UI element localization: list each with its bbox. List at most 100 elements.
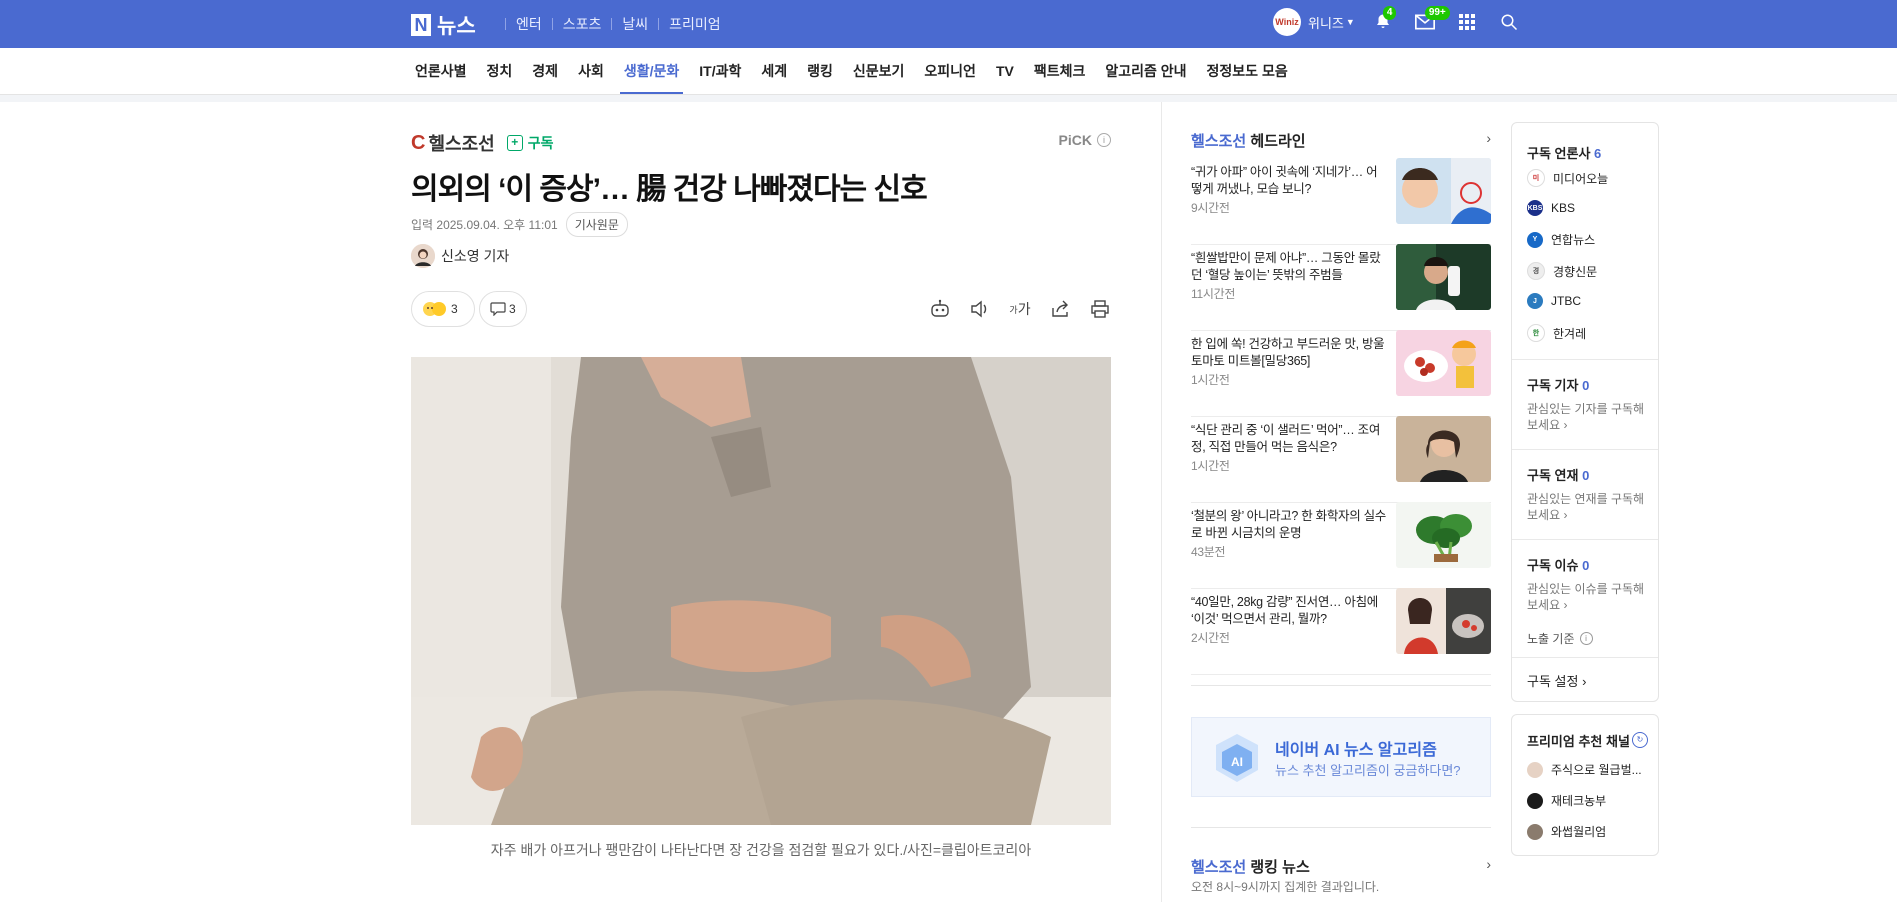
headline-thumbnail <box>1396 244 1491 310</box>
svg-text:AI: AI <box>1231 755 1243 769</box>
chevron-right-icon[interactable]: › <box>1486 130 1491 146</box>
logo-text: 뉴스 <box>437 15 476 38</box>
subscribed-press-item[interactable]: 한 한겨레 <box>1527 324 1586 342</box>
username[interactable]: 위니즈 <box>1308 13 1344 32</box>
listen-button[interactable] <box>969 299 991 319</box>
headline-item[interactable]: “귀가 아파” 아이 귓속에 ‘지네가’… 어떻게 꺼냈나, 모습 보니? 9시간… <box>1191 158 1491 245</box>
headline-time: 2시간전 <box>1191 631 1230 645</box>
original-article-button[interactable]: 기사원문 <box>565 212 628 237</box>
category-economy[interactable]: 경제 <box>528 48 562 94</box>
topnav-weather[interactable]: 날씨 <box>622 14 648 34</box>
ranking-header[interactable]: 헬스조선 랭킹 뉴스 <box>1191 856 1310 877</box>
chevron-right-icon: › <box>1563 598 1568 612</box>
category-ranking[interactable]: 랭킹 <box>803 48 837 94</box>
category-corrections[interactable]: 정정보도 모음 <box>1203 48 1292 94</box>
headline-item[interactable]: ‘철분의 왕’ 아니라고? 한 화학자의 실수로 바뀐 시금치의 운명 43분전 <box>1191 502 1491 589</box>
subscribe-reporter-link[interactable]: 관심있는 기자를 구독해 보세요 › <box>1527 401 1652 433</box>
subscribed-press-title: 구독 언론사 6 <box>1527 146 1602 161</box>
divider <box>611 18 613 30</box>
share-icon <box>1052 300 1068 317</box>
category-life-culture[interactable]: 생활/문화 <box>619 48 684 94</box>
headline-item[interactable]: “식단 관리 중 ‘이 샐러드’ 먹어”… 조여정, 직접 만들어 먹는 음식은… <box>1191 416 1491 503</box>
topnav-entertainment[interactable]: 엔터 <box>516 14 542 34</box>
summary-bot-button[interactable] <box>929 299 951 319</box>
mail-button[interactable]: 99+ <box>1411 6 1450 36</box>
press-logo-icon: 한 <box>1527 324 1545 342</box>
ranking-label: 랭킹 뉴스 <box>1250 859 1310 876</box>
press-name: JTBC <box>1551 294 1581 308</box>
reaction-count: 3 <box>451 302 458 316</box>
reporter[interactable]: 신소영 기자 <box>411 244 509 268</box>
chevron-right-icon: › <box>1563 418 1568 432</box>
search-button[interactable] <box>1495 8 1523 36</box>
headline-item[interactable]: “흰쌀밥만이 문제 아냐”… 그동안 몰랐던 ‘혈당 높이는’ 뜻밖의 주범들 1… <box>1191 244 1491 331</box>
channel-name: 주식으로 월급벌... <box>1551 763 1642 777</box>
category-nav: 언론사별 정치 경제 사회 생활/문화 IT/과학 세계 랭킹 신문보기 오피니… <box>0 48 1897 95</box>
naver-news-logo[interactable]: N 뉴스 <box>411 10 476 40</box>
subscribed-press-item[interactable]: J JTBC <box>1527 293 1581 309</box>
exposure-criteria[interactable]: 노출 기준 i <box>1527 630 1593 647</box>
subscribe-button[interactable]: + 구독 <box>506 133 553 153</box>
premium-channel-item[interactable]: 와썹월리엄 <box>1527 823 1606 840</box>
category-it-science[interactable]: IT/과학 <box>695 48 745 94</box>
subscribed-press-item[interactable]: 미 미디어오늘 <box>1527 169 1608 187</box>
category-newspaper[interactable]: 신문보기 <box>849 48 909 94</box>
headline-time: 1시간전 <box>1191 373 1230 387</box>
subscribed-series-title: 구독 연재 0 <box>1527 468 1590 483</box>
chevron-right-icon[interactable]: › <box>1486 856 1491 872</box>
reaction-button[interactable]: 3 <box>411 291 475 327</box>
subscribe-issue-link[interactable]: 관심있는 이슈를 구독해 보세요 › <box>1527 581 1652 613</box>
divider <box>1512 449 1658 450</box>
category-tv[interactable]: TV <box>992 48 1018 94</box>
speaker-icon <box>971 300 987 318</box>
print-button[interactable] <box>1089 299 1111 319</box>
headline-time: 1시간전 <box>1191 459 1230 473</box>
headline-header[interactable]: 헬스조선 헤드라인 <box>1191 130 1306 151</box>
ranking-subtitle: 오전 8시~9시까지 집계한 결과입니다. <box>1191 880 1380 894</box>
press-logo[interactable]: C 헬스조선 <box>411 130 495 156</box>
category-opinion[interactable]: 오피니언 <box>920 48 980 94</box>
subscribed-press-item[interactable]: 경 경향신문 <box>1527 262 1597 280</box>
headline-item[interactable]: “40일만, 28kg 감량” 진서연… 아침에 ‘이것’ 먹으면서 관리, 뭘… <box>1191 588 1491 675</box>
font-size-button[interactable]: 가가 <box>1009 299 1031 319</box>
article-actions: 3 3 가가 <box>411 291 1111 327</box>
subscription-settings-button[interactable]: 구독 설정 › <box>1527 671 1586 690</box>
share-button[interactable] <box>1049 299 1071 319</box>
notification-button[interactable]: 4 <box>1369 6 1397 36</box>
pick-label: PiCK <box>1058 132 1092 148</box>
category-politics[interactable]: 정치 <box>483 48 517 94</box>
pick-badge[interactable]: PiCK i <box>1059 132 1111 148</box>
divider <box>1191 827 1491 828</box>
comment-button[interactable]: 3 <box>479 291 527 327</box>
topnav-sports[interactable]: 스포츠 <box>563 14 602 34</box>
caret-down-icon[interactable]: ▼ <box>1346 17 1355 27</box>
topnav-premium[interactable]: 프리미엄 <box>669 14 721 34</box>
refresh-icon[interactable]: ↻ <box>1632 732 1648 748</box>
reporter-avatar <box>411 244 435 268</box>
avatar[interactable]: Winiz <box>1273 8 1301 36</box>
ai-algorithm-banner[interactable]: AI 네이버 AI 뉴스 알고리즘 뉴스 추천 알고리즘이 궁금하다면? <box>1191 717 1491 797</box>
headline-time: 9시간전 <box>1191 201 1230 215</box>
mail-badge: 99+ <box>1424 6 1450 20</box>
notification-badge: 4 <box>1382 6 1397 20</box>
subscribed-press-item[interactable]: KBS KBS <box>1527 200 1575 216</box>
divider <box>1512 359 1658 360</box>
channel-name: 재테크농부 <box>1551 794 1607 808</box>
headline-item[interactable]: 한 입에 쏙! 건강하고 부드러운 맛, 방울토마토 미트볼[밀당365] 1시간… <box>1191 330 1491 417</box>
category-algorithm[interactable]: 알고리즘 안내 <box>1101 48 1190 94</box>
font-small-icon: 가 <box>1009 304 1018 315</box>
category-world[interactable]: 세계 <box>757 48 791 94</box>
category-press[interactable]: 언론사별 <box>411 48 471 94</box>
plus-icon: + <box>506 135 523 151</box>
premium-channel-item[interactable]: 재테크농부 <box>1527 792 1606 809</box>
category-society[interactable]: 사회 <box>574 48 608 94</box>
channel-avatar <box>1527 823 1543 840</box>
premium-channel-item[interactable]: 주식으로 월급벌... <box>1527 761 1642 778</box>
naver-logo-icon: N <box>411 14 431 36</box>
apps-button[interactable] <box>1453 8 1481 36</box>
article-tools: 가가 <box>911 299 1111 319</box>
subscribe-series-link[interactable]: 관심있는 연재를 구독해 보세요 › <box>1527 491 1652 523</box>
category-factcheck[interactable]: 팩트체크 <box>1030 48 1090 94</box>
subscribed-press-item[interactable]: Y 연합뉴스 <box>1527 231 1595 248</box>
divider <box>505 18 506 30</box>
